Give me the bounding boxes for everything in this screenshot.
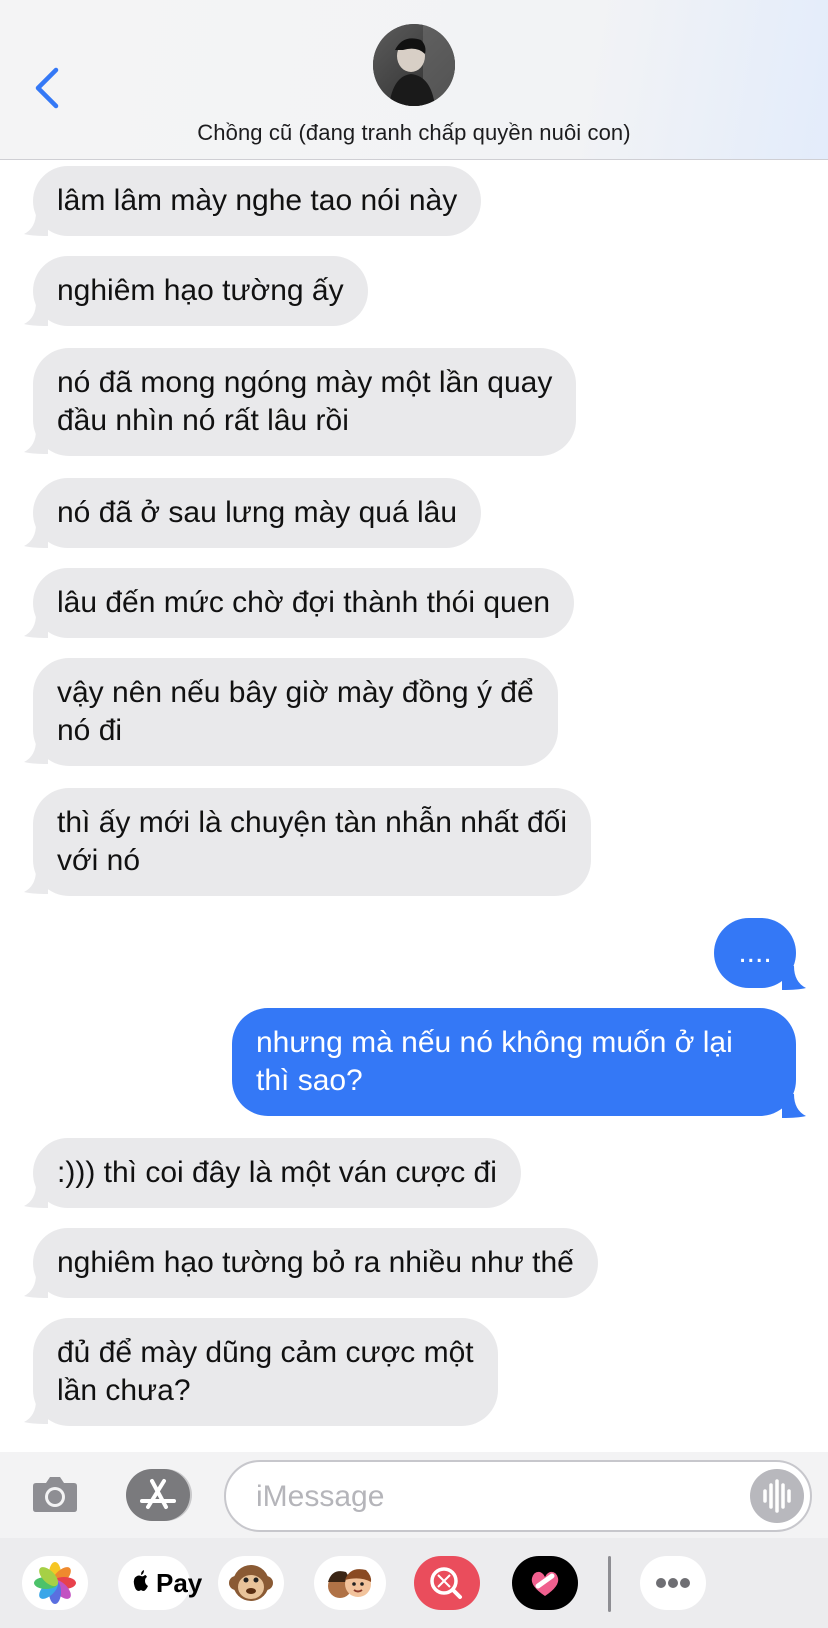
message-thread[interactable]: lâm lâm mày nghe tao nói này nghiêm hạo … <box>0 160 828 1452</box>
bubble-tail <box>24 740 48 764</box>
conversation-header: Chồng cũ (đang tranh chấp quyền nuôi con… <box>0 0 828 160</box>
more-apps-icon <box>656 1578 690 1588</box>
animoji-button[interactable] <box>218 1556 284 1610</box>
compose-bar: iMessage <box>0 1452 828 1538</box>
digital-touch-icon <box>531 1571 559 1596</box>
outgoing-message[interactable]: nhưng mà nếu nó không muốn ở lại thì sao… <box>232 1008 796 1116</box>
contact-avatar[interactable] <box>373 24 455 106</box>
chevron-left-icon <box>35 67 59 109</box>
memoji-button[interactable] <box>314 1556 386 1610</box>
audio-message-button[interactable] <box>750 1469 804 1523</box>
apple-pay-label: Pay <box>156 1568 203 1598</box>
incoming-message[interactable]: thì ấy mới là chuyện tàn nhẫn nhất đối v… <box>33 788 591 896</box>
drawer-divider <box>608 1556 611 1612</box>
bubble-tail <box>24 524 48 548</box>
imessage-placeholder: iMessage <box>256 1480 385 1513</box>
bubble-tail <box>24 870 48 894</box>
photos-app-button[interactable] <box>22 1556 88 1610</box>
camera-button[interactable] <box>30 1469 80 1519</box>
incoming-message[interactable]: vậy nên nếu bây giờ mày đồng ý để nó đi <box>33 658 558 766</box>
bubble-tail <box>24 1400 48 1424</box>
incoming-message[interactable]: đủ để mày dũng cảm cược một lần chưa? <box>33 1318 498 1426</box>
bubble-tail <box>782 966 806 990</box>
bubble-tail <box>24 302 48 326</box>
apple-logo-icon <box>133 1570 148 1591</box>
incoming-message[interactable]: nó đã ở sau lưng mày quá lâu <box>33 478 482 548</box>
incoming-message[interactable]: nó đã mong ngóng mày một lần quay đầu nh… <box>33 348 577 456</box>
camera-icon <box>33 1477 77 1512</box>
imessage-input[interactable]: iMessage <box>224 1460 812 1532</box>
web-search-button[interactable] <box>414 1556 480 1610</box>
apple-pay-button[interactable]: Pay <box>118 1556 202 1610</box>
incoming-message[interactable]: nghiêm hạo tường bỏ ra nhiều như thế <box>33 1228 598 1298</box>
app-drawer: Pay <box>0 1538 828 1628</box>
incoming-message[interactable]: lâm lâm mày nghe tao nói này <box>33 166 482 236</box>
bubble-tail <box>24 1184 48 1208</box>
bubble-tail <box>24 1274 48 1298</box>
digital-touch-button[interactable] <box>512 1556 578 1610</box>
incoming-message[interactable]: nghiêm hạo tường ấy <box>33 256 368 326</box>
app-store-button[interactable] <box>126 1469 190 1521</box>
bubble-tail <box>24 212 48 236</box>
animoji-monkey-icon <box>229 1565 273 1601</box>
incoming-message[interactable]: lâu đến mức chờ đợi thành thói quen <box>33 568 575 638</box>
back-button[interactable] <box>28 62 68 114</box>
more-apps-button[interactable] <box>640 1556 706 1610</box>
web-search-icon <box>430 1567 462 1599</box>
bubble-tail <box>782 1094 806 1118</box>
bubble-tail <box>24 430 48 454</box>
audio-waveform-icon <box>763 1479 791 1513</box>
memoji-icon <box>328 1569 372 1598</box>
photos-icon <box>34 1562 76 1604</box>
contact-name[interactable]: Chồng cũ (đang tranh chấp quyền nuôi con… <box>0 120 828 146</box>
avatar-photo <box>373 24 455 106</box>
app-store-icon <box>140 1479 176 1509</box>
incoming-message[interactable]: :))) thì coi đây là một ván cược đi <box>33 1138 521 1208</box>
bubble-tail <box>24 614 48 638</box>
